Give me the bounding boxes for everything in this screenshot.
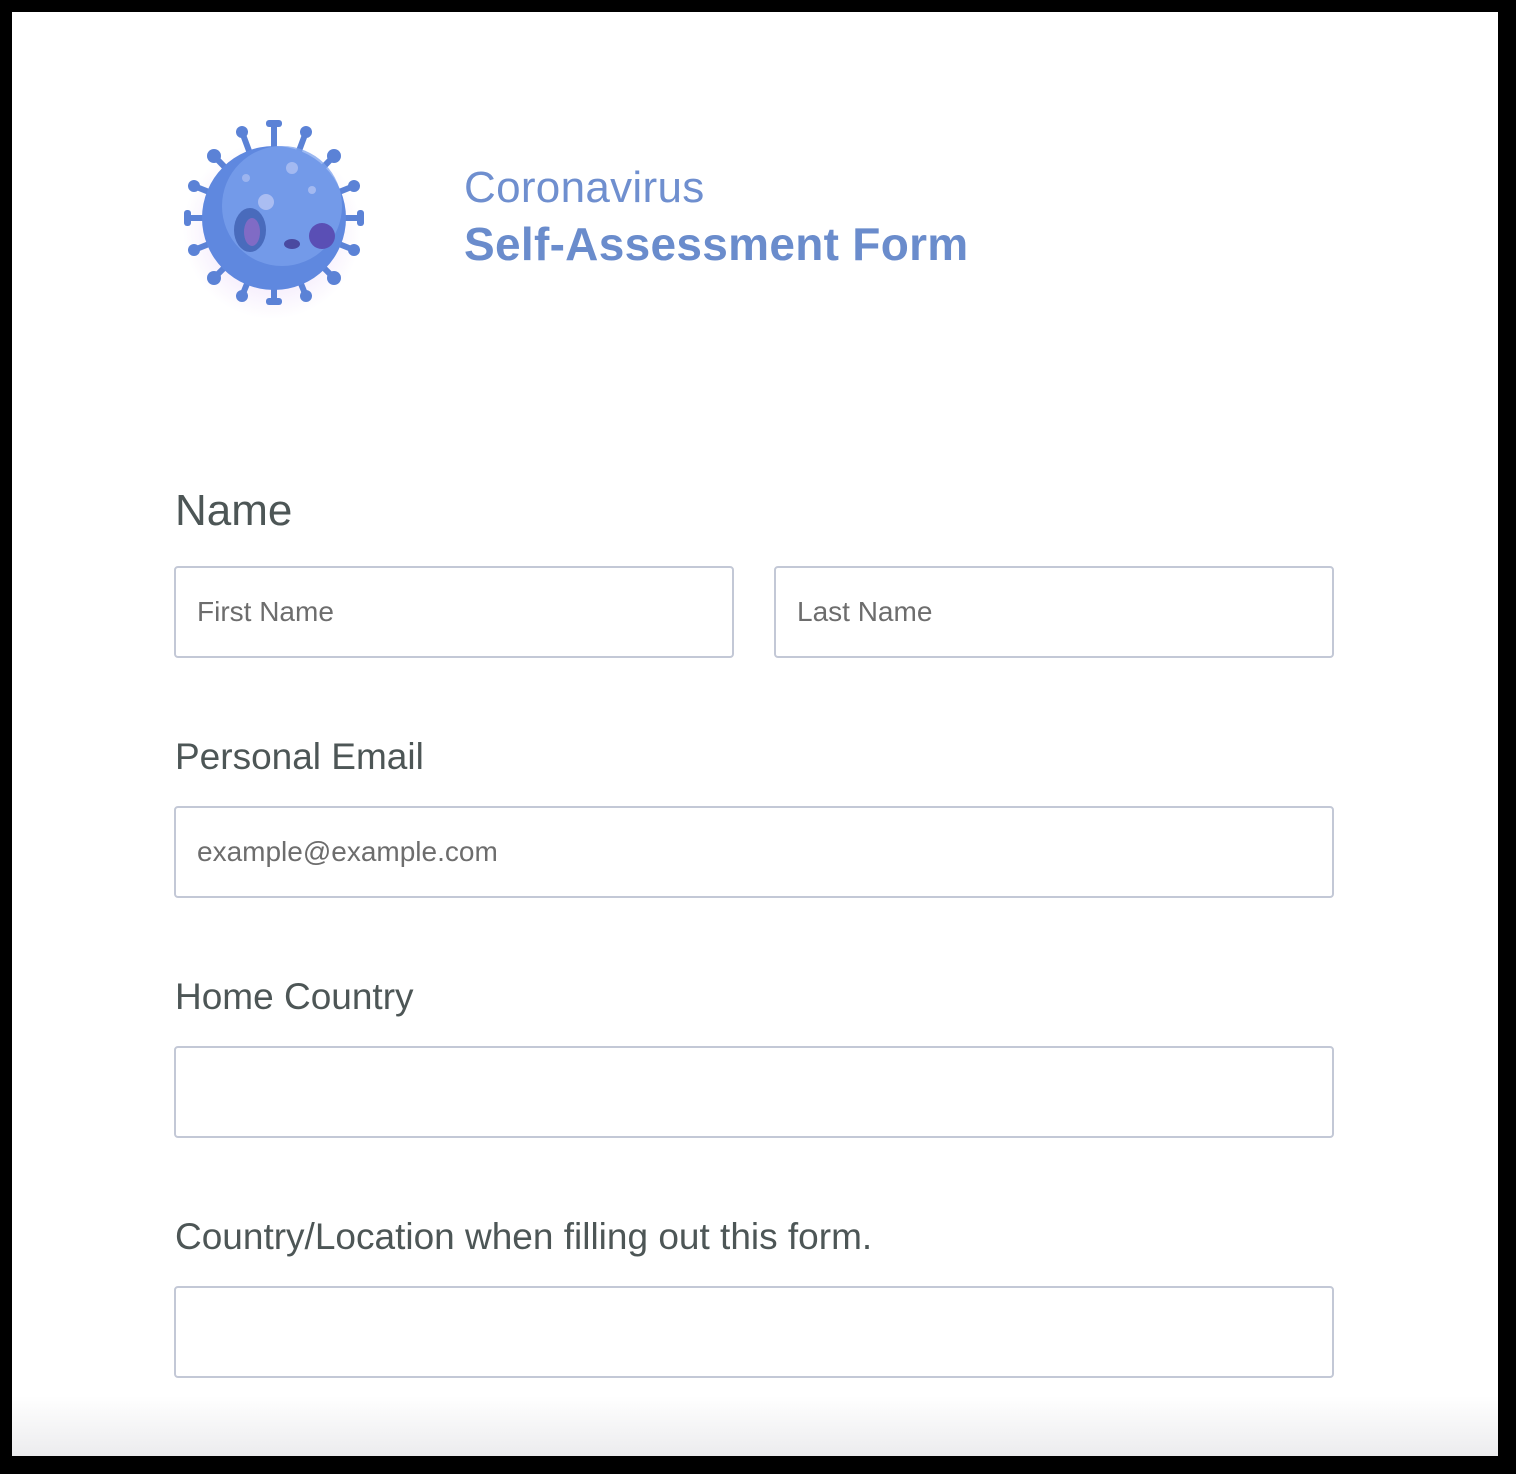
home-country-label: Home Country [175,976,414,1017]
email-field[interactable]: example@example.com [174,806,1334,898]
home-country-input[interactable] [174,1046,1334,1138]
bottom-fade [12,1396,1498,1456]
email-label: Personal Email [175,736,424,777]
last-name-input[interactable]: Last Name [774,566,1334,658]
title-secondary: Self-Assessment Form [464,218,969,270]
title-primary: Coronavirus [464,163,705,212]
virus-logo [162,110,392,340]
name-label: Name [175,486,293,535]
virus-icon [184,120,364,305]
first-name-input[interactable]: First Name [174,566,734,658]
page-title: Coronavirus Self-Assessment Form [464,162,969,274]
current-location-label: Country/Location when filling out this f… [175,1216,873,1257]
current-location-input[interactable] [174,1286,1334,1378]
form-page: Coronavirus Self-Assessment Form Name Fi… [12,12,1498,1456]
